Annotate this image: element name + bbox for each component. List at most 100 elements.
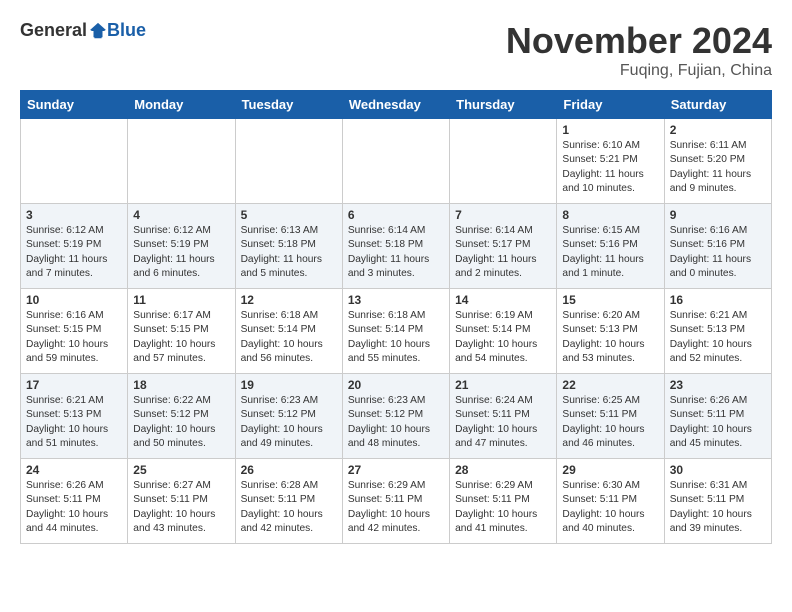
title-block: November 2024 Fuqing, Fujian, China (506, 20, 772, 80)
calendar-day-24: 24 Sunrise: 6:26 AM Sunset: 5:11 PM Dayli… (21, 459, 128, 544)
day-info: Sunrise: 6:18 AM Sunset: 5:14 PM Dayligh… (241, 309, 337, 366)
day-number: 5 (241, 208, 337, 222)
calendar-week-row-3: 10 Sunrise: 6:16 AM Sunset: 5:15 PM Dayli… (21, 289, 772, 374)
logo-blue-text: Blue (107, 20, 146, 41)
day-number: 18 (133, 378, 229, 392)
day-info: Sunrise: 6:19 AM Sunset: 5:14 PM Dayligh… (455, 309, 551, 366)
logo-icon (89, 22, 107, 40)
day-number: 29 (562, 463, 658, 477)
day-info: Sunrise: 6:30 AM Sunset: 5:11 PM Dayligh… (562, 479, 658, 536)
day-info: Sunrise: 6:23 AM Sunset: 5:12 PM Dayligh… (348, 394, 444, 451)
day-number: 25 (133, 463, 229, 477)
calendar-day-23: 23Sunrise: 6:26 AM Sunset: 5:11 PM Dayli… (664, 374, 771, 459)
day-number: 21 (455, 378, 551, 392)
calendar-day-2: 2 Sunrise: 6:11 AM Sunset: 5:20 PM Daylig… (664, 119, 771, 204)
calendar-week-row-4: 17 Sunrise: 6:21 AM Sunset: 5:13 PM Dayli… (21, 374, 772, 459)
calendar-day-empty (342, 119, 449, 204)
calendar-day-20: 20 Sunrise: 6:23 AM Sunset: 5:12 PM Dayli… (342, 374, 449, 459)
day-info: Sunrise: 6:29 AM Sunset: 5:11 PM Dayligh… (348, 479, 444, 536)
calendar-day-empty (450, 119, 557, 204)
day-info: Sunrise: 6:26 AM Sunset: 5:11 PM Dayligh… (670, 394, 766, 451)
day-info: Sunrise: 6:23 AM Sunset: 5:12 PM Dayligh… (241, 394, 337, 451)
calendar-day-29: 29 Sunrise: 6:30 AM Sunset: 5:11 PM Dayli… (557, 459, 664, 544)
calendar-day-15: 15Sunrise: 6:20 AM Sunset: 5:13 PM Dayli… (557, 289, 664, 374)
calendar-day-8: 8Sunrise: 6:15 AM Sunset: 5:16 PM Daylig… (557, 204, 664, 289)
weekday-header-saturday: Saturday (664, 91, 771, 119)
day-info: Sunrise: 6:16 AM Sunset: 5:16 PM Dayligh… (670, 224, 766, 281)
day-number: 17 (26, 378, 122, 392)
day-info: Sunrise: 6:24 AM Sunset: 5:11 PM Dayligh… (455, 394, 551, 451)
calendar-week-row-5: 24 Sunrise: 6:26 AM Sunset: 5:11 PM Dayli… (21, 459, 772, 544)
day-number: 26 (241, 463, 337, 477)
calendar-day-4: 4 Sunrise: 6:12 AM Sunset: 5:19 PM Daylig… (128, 204, 235, 289)
calendar-day-11: 11 Sunrise: 6:17 AM Sunset: 5:15 PM Dayli… (128, 289, 235, 374)
calendar-day-21: 21 Sunrise: 6:24 AM Sunset: 5:11 PM Dayli… (450, 374, 557, 459)
day-number: 11 (133, 293, 229, 307)
calendar-day-22: 22Sunrise: 6:25 AM Sunset: 5:11 PM Dayli… (557, 374, 664, 459)
day-info: Sunrise: 6:25 AM Sunset: 5:11 PM Dayligh… (562, 394, 658, 451)
calendar-day-empty (21, 119, 128, 204)
calendar-day-empty (235, 119, 342, 204)
calendar-day-1: 1 Sunrise: 6:10 AM Sunset: 5:21 PM Daylig… (557, 119, 664, 204)
day-info: Sunrise: 6:10 AM Sunset: 5:21 PM Dayligh… (562, 139, 658, 196)
weekday-header-monday: Monday (128, 91, 235, 119)
day-number: 24 (26, 463, 122, 477)
day-number: 4 (133, 208, 229, 222)
day-info: Sunrise: 6:12 AM Sunset: 5:19 PM Dayligh… (26, 224, 122, 281)
calendar-day-27: 27 Sunrise: 6:29 AM Sunset: 5:11 PM Dayli… (342, 459, 449, 544)
day-info: Sunrise: 6:21 AM Sunset: 5:13 PM Dayligh… (670, 309, 766, 366)
calendar-day-16: 16 Sunrise: 6:21 AM Sunset: 5:13 PM Dayli… (664, 289, 771, 374)
location-text: Fuqing, Fujian, China (506, 62, 772, 80)
day-number: 19 (241, 378, 337, 392)
day-info: Sunrise: 6:17 AM Sunset: 5:15 PM Dayligh… (133, 309, 229, 366)
weekday-header-sunday: Sunday (21, 91, 128, 119)
weekday-header-friday: Friday (557, 91, 664, 119)
day-number: 14 (455, 293, 551, 307)
day-number: 7 (455, 208, 551, 222)
day-info: Sunrise: 6:14 AM Sunset: 5:18 PM Dayligh… (348, 224, 444, 281)
weekday-header-row: SundayMondayTuesdayWednesdayThursdayFrid… (21, 91, 772, 119)
calendar-day-12: 12 Sunrise: 6:18 AM Sunset: 5:14 PM Dayli… (235, 289, 342, 374)
day-info: Sunrise: 6:26 AM Sunset: 5:11 PM Dayligh… (26, 479, 122, 536)
day-info: Sunrise: 6:16 AM Sunset: 5:15 PM Dayligh… (26, 309, 122, 366)
day-number: 1 (562, 123, 658, 137)
day-number: 2 (670, 123, 766, 137)
weekday-header-tuesday: Tuesday (235, 91, 342, 119)
calendar-day-25: 25 Sunrise: 6:27 AM Sunset: 5:11 PM Dayli… (128, 459, 235, 544)
day-info: Sunrise: 6:27 AM Sunset: 5:11 PM Dayligh… (133, 479, 229, 536)
calendar-day-19: 19 Sunrise: 6:23 AM Sunset: 5:12 PM Dayli… (235, 374, 342, 459)
calendar-day-17: 17 Sunrise: 6:21 AM Sunset: 5:13 PM Dayli… (21, 374, 128, 459)
day-info: Sunrise: 6:12 AM Sunset: 5:19 PM Dayligh… (133, 224, 229, 281)
logo: General Blue (20, 20, 146, 41)
calendar-day-7: 7 Sunrise: 6:14 AM Sunset: 5:17 PM Daylig… (450, 204, 557, 289)
day-info: Sunrise: 6:29 AM Sunset: 5:11 PM Dayligh… (455, 479, 551, 536)
month-title: November 2024 (506, 20, 772, 62)
day-number: 30 (670, 463, 766, 477)
calendar-day-30: 30 Sunrise: 6:31 AM Sunset: 5:11 PM Dayli… (664, 459, 771, 544)
calendar-day-26: 26Sunrise: 6:28 AM Sunset: 5:11 PM Dayli… (235, 459, 342, 544)
calendar-week-row-1: 1 Sunrise: 6:10 AM Sunset: 5:21 PM Daylig… (21, 119, 772, 204)
calendar-day-empty (128, 119, 235, 204)
calendar-week-row-2: 3Sunrise: 6:12 AM Sunset: 5:19 PM Daylig… (21, 204, 772, 289)
calendar-day-5: 5Sunrise: 6:13 AM Sunset: 5:18 PM Daylig… (235, 204, 342, 289)
day-info: Sunrise: 6:18 AM Sunset: 5:14 PM Dayligh… (348, 309, 444, 366)
day-info: Sunrise: 6:11 AM Sunset: 5:20 PM Dayligh… (670, 139, 766, 196)
day-number: 10 (26, 293, 122, 307)
day-number: 13 (348, 293, 444, 307)
calendar-day-3: 3Sunrise: 6:12 AM Sunset: 5:19 PM Daylig… (21, 204, 128, 289)
calendar-day-9: 9Sunrise: 6:16 AM Sunset: 5:16 PM Daylig… (664, 204, 771, 289)
day-number: 15 (562, 293, 658, 307)
weekday-header-thursday: Thursday (450, 91, 557, 119)
weekday-header-wednesday: Wednesday (342, 91, 449, 119)
day-number: 27 (348, 463, 444, 477)
day-info: Sunrise: 6:14 AM Sunset: 5:17 PM Dayligh… (455, 224, 551, 281)
day-number: 6 (348, 208, 444, 222)
day-number: 16 (670, 293, 766, 307)
calendar-day-6: 6 Sunrise: 6:14 AM Sunset: 5:18 PM Daylig… (342, 204, 449, 289)
logo-general-text: General (20, 20, 87, 41)
day-info: Sunrise: 6:31 AM Sunset: 5:11 PM Dayligh… (670, 479, 766, 536)
day-info: Sunrise: 6:21 AM Sunset: 5:13 PM Dayligh… (26, 394, 122, 451)
day-number: 12 (241, 293, 337, 307)
day-number: 20 (348, 378, 444, 392)
page-header: General Blue November 2024 Fuqing, Fujia… (20, 20, 772, 80)
